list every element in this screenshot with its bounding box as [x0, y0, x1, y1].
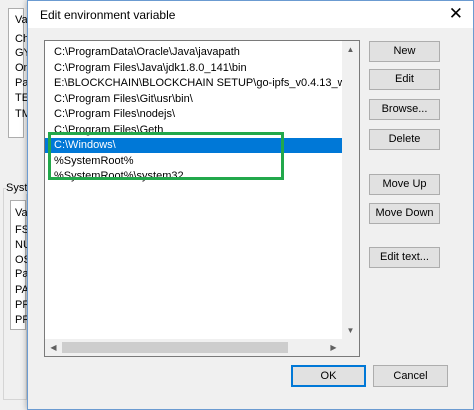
path-entries-list[interactable]: C:\ProgramData\Oracle\Java\javapath C:\P…	[44, 40, 360, 357]
ok-button[interactable]: OK	[291, 365, 366, 387]
path-entry[interactable]: C:\Program Files\Geth	[45, 123, 359, 138]
path-entry[interactable]: C:\Program Files\Java\jdk1.8.0_141\bin	[45, 61, 359, 76]
path-entry[interactable]: E:\BLOCKCHAIN\BLOCKCHAIN SETUP\go-ipfs_v…	[45, 76, 359, 91]
scroll-left-arrow-icon[interactable]: ◀	[45, 339, 62, 356]
edit-environment-variable-dialog: Edit environment variable ✕ C:\ProgramDa…	[27, 0, 474, 410]
dialog-title: Edit environment variable	[40, 8, 176, 22]
scroll-right-arrow-icon[interactable]: ▶	[325, 339, 342, 356]
edit-button[interactable]: Edit	[369, 69, 440, 90]
close-icon[interactable]: ✕	[449, 4, 463, 24]
title-bar[interactable]: Edit environment variable ✕	[28, 1, 473, 28]
vertical-scrollbar[interactable]: ▲ ▼	[342, 41, 359, 356]
path-entry[interactable]: %SystemRoot%	[45, 154, 359, 169]
scroll-up-arrow-icon[interactable]: ▲	[342, 41, 359, 58]
path-entry-selected[interactable]: C:\Windows\	[45, 138, 359, 153]
edit-text-button[interactable]: Edit text...	[369, 247, 440, 268]
new-button[interactable]: New	[369, 41, 440, 62]
browse-button[interactable]: Browse...	[369, 99, 440, 120]
cancel-button[interactable]: Cancel	[373, 365, 448, 387]
path-entry[interactable]: C:\Program Files\nodejs\	[45, 107, 359, 122]
scroll-down-arrow-icon[interactable]: ▼	[342, 322, 359, 339]
path-entry[interactable]: C:\Program Files\Git\usr\bin\	[45, 92, 359, 107]
move-down-button[interactable]: Move Down	[369, 203, 440, 224]
path-entry[interactable]: C:\ProgramData\Oracle\Java\javapath	[45, 45, 359, 60]
horizontal-scrollbar[interactable]: ◀ ▶	[45, 339, 359, 356]
horizontal-scroll-thumb[interactable]	[62, 342, 288, 353]
delete-button[interactable]: Delete	[369, 129, 440, 150]
move-up-button[interactable]: Move Up	[369, 174, 440, 195]
path-entry[interactable]: %SystemRoot%\system32	[45, 169, 359, 184]
